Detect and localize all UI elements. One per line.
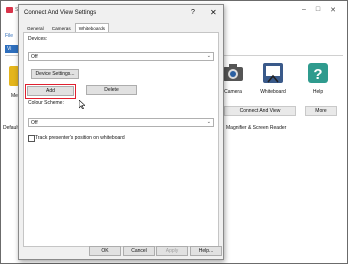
colour-scheme-select[interactable]: Off ⌄ bbox=[28, 118, 214, 127]
colour-scheme-label: Colour Scheme: bbox=[28, 100, 64, 106]
whiteboard-icon bbox=[263, 63, 283, 83]
dialog-close-icon[interactable]: ✕ bbox=[210, 8, 217, 17]
chevron-down-icon: ⌄ bbox=[206, 53, 211, 59]
track-position-label: Track presenter's position on whiteboard bbox=[35, 135, 125, 141]
window-controls: – □ ✕ bbox=[302, 6, 336, 14]
more-group[interactable]: More bbox=[305, 106, 337, 116]
devices-select[interactable]: Off ⌄ bbox=[28, 52, 214, 61]
help-label: Help bbox=[312, 89, 324, 95]
add-button[interactable]: Add bbox=[27, 86, 74, 96]
mouse-pointer-icon bbox=[79, 100, 85, 109]
delete-button[interactable]: Delete bbox=[86, 85, 137, 95]
close-window-button[interactable]: ✕ bbox=[330, 6, 336, 14]
dialog-title: Connect And View Settings bbox=[24, 10, 97, 16]
apply-button[interactable]: Apply bbox=[156, 246, 188, 256]
camera-icon bbox=[223, 64, 243, 81]
devices-label: Devices: bbox=[28, 36, 48, 42]
status-default: Default bbox=[3, 125, 19, 131]
app-logo-icon bbox=[6, 7, 13, 13]
whiteboard-label: Whiteboard bbox=[260, 89, 286, 95]
devices-value: Off bbox=[31, 54, 38, 60]
help-ribbon-button[interactable]: ? Help bbox=[303, 62, 333, 95]
status-magnifier: Magnifier & Screen Reader bbox=[226, 125, 287, 131]
whiteboards-panel: Devices: Off ⌄ Device Settings... Delete… bbox=[23, 32, 219, 247]
maximize-button[interactable]: □ bbox=[316, 6, 320, 14]
device-settings-button[interactable]: Device Settings... bbox=[31, 69, 79, 79]
track-position-checkbox[interactable] bbox=[28, 135, 35, 142]
whiteboard-button[interactable]: Whiteboard bbox=[258, 62, 288, 95]
colour-scheme-value: Off bbox=[31, 120, 38, 126]
svg-text:?: ? bbox=[313, 66, 322, 83]
menu-file[interactable]: File bbox=[5, 33, 13, 39]
dialog-help-icon[interactable]: ? bbox=[191, 9, 195, 16]
dialog-help-button[interactable]: Help... bbox=[190, 246, 222, 256]
add-highlight: Add bbox=[25, 84, 76, 99]
help-icon: ? bbox=[308, 63, 328, 83]
connect-and-view-group[interactable]: Connect And View bbox=[224, 106, 296, 116]
settings-dialog: Connect And View Settings ? ✕ General Ca… bbox=[18, 4, 224, 260]
chevron-down-icon: ⌄ bbox=[206, 119, 211, 125]
ribbon-label-me: Me bbox=[11, 93, 18, 99]
minimize-button[interactable]: – bbox=[302, 6, 306, 14]
cancel-button[interactable]: Cancel bbox=[123, 246, 155, 256]
ok-button[interactable]: OK bbox=[89, 246, 121, 256]
